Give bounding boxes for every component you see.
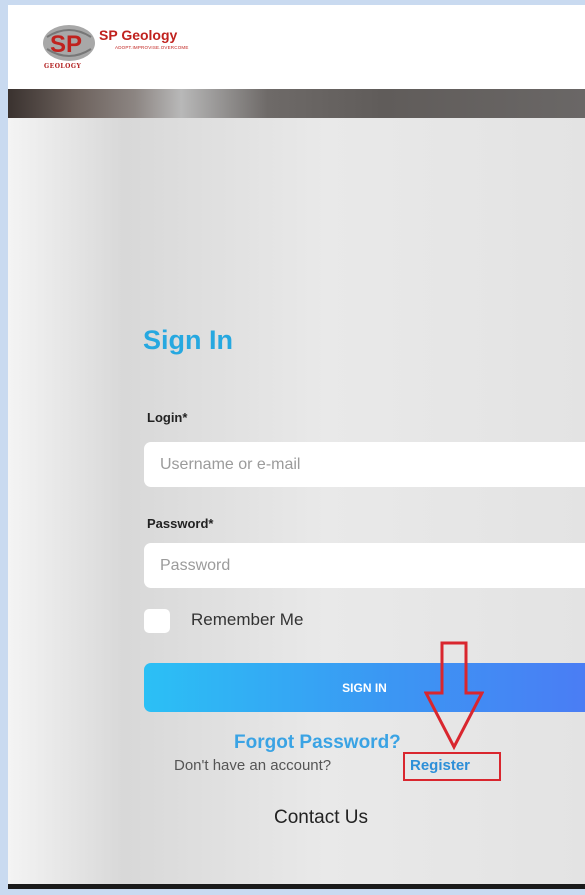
login-label: Login* bbox=[147, 410, 188, 425]
no-account-text: Don't have an account? bbox=[174, 757, 332, 774]
header-banner-image bbox=[8, 89, 585, 118]
brand-name: SP Geology bbox=[99, 27, 178, 43]
page-frame: SP GEOLOGY SP Geology ADOPT.IMPROVISE.OV… bbox=[8, 5, 585, 889]
site-header: SP GEOLOGY SP Geology ADOPT.IMPROVISE.OV… bbox=[8, 5, 585, 89]
register-link[interactable]: Register bbox=[403, 752, 501, 781]
sign-in-button[interactable]: SIGN IN bbox=[144, 663, 585, 712]
down-arrow-icon bbox=[424, 641, 484, 751]
brand-logo[interactable]: SP GEOLOGY SP Geology ADOPT.IMPROVISE.OV… bbox=[41, 23, 221, 75]
forgot-password-link[interactable]: Forgot Password? bbox=[234, 732, 401, 754]
bottom-bar bbox=[8, 884, 585, 889]
remember-me-label: Remember Me bbox=[191, 610, 304, 629]
remember-me-checkbox[interactable] bbox=[144, 609, 170, 633]
contact-us-link[interactable]: Contact Us bbox=[274, 807, 368, 829]
svg-text:SP: SP bbox=[50, 31, 82, 58]
login-input[interactable] bbox=[144, 442, 585, 487]
logo-subtext: GEOLOGY bbox=[44, 63, 82, 70]
logo-mark-icon: SP bbox=[43, 25, 95, 61]
brand-tagline: ADOPT.IMPROVISE.OVERCOME bbox=[115, 45, 189, 50]
password-input[interactable] bbox=[144, 543, 585, 588]
page-title: Sign In bbox=[143, 325, 233, 355]
password-label: Password* bbox=[147, 516, 214, 531]
